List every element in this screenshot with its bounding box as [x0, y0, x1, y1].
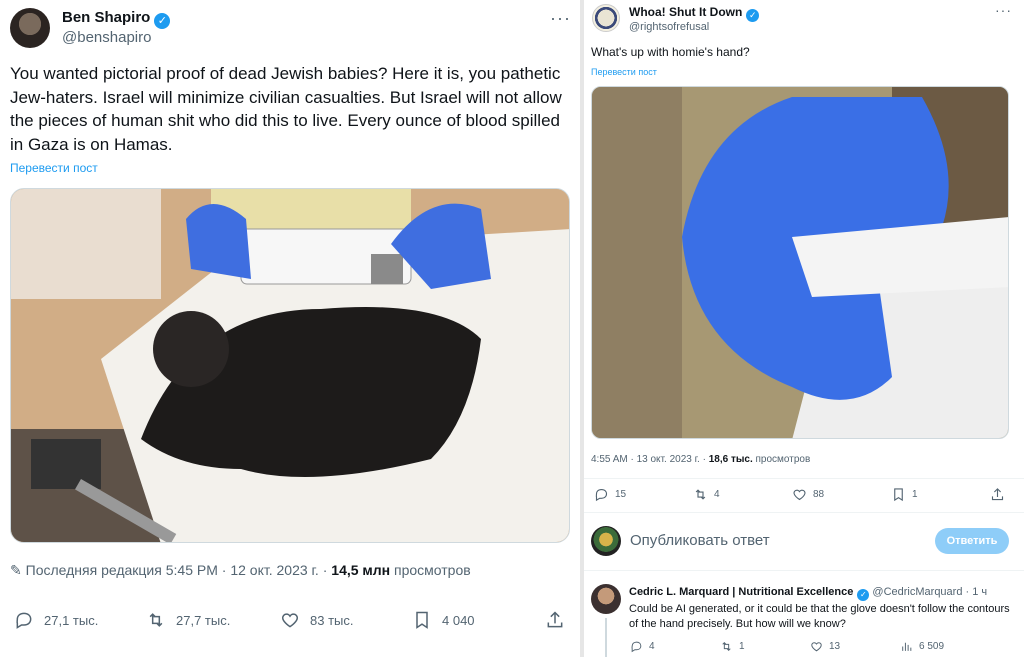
separator [584, 570, 1024, 571]
right-tweet: Whoa! Shut It Down ✓ @rightsofrefusal ···… [584, 0, 1024, 657]
edited-label[interactable]: Последняя редакция [26, 562, 162, 578]
repost-icon [695, 489, 706, 500]
views-icon [902, 642, 912, 651]
reply-icon [595, 488, 608, 502]
bookmark-button[interactable]: 1 [891, 487, 918, 502]
post-date[interactable]: 13 окт. 2023 г. [637, 454, 700, 465]
reply-like-button[interactable]: 13 [810, 640, 840, 653]
reply-button[interactable]: 15 [594, 487, 626, 502]
reply-author-handle[interactable]: @CedricMarquard [872, 586, 962, 598]
bookmark-button[interactable]: 4 040 [412, 610, 475, 630]
reply-views-count: 6 509 [919, 641, 945, 652]
reply-reply-count: 4 [649, 641, 655, 652]
bookmark-icon [894, 488, 903, 502]
heart-icon [281, 613, 299, 628]
more-options-icon[interactable]: ··· [995, 2, 1012, 18]
tweet-text: You wanted pictorial proof of dead Jewis… [10, 64, 562, 154]
translate-link[interactable]: Перевести пост [10, 161, 98, 175]
views-label: просмотров [755, 454, 811, 465]
separator [584, 478, 1024, 479]
repost-count: 27,7 тыс. [176, 612, 231, 628]
reply-reply-button[interactable]: 4 [630, 640, 655, 653]
verified-badge-icon: ✓ [154, 13, 171, 29]
views-label: просмотров [394, 562, 471, 578]
author-handle[interactable]: @rightsofrefusal [629, 21, 709, 33]
post-time[interactable]: 5:45 PM [166, 562, 218, 578]
translate-link[interactable]: Перевести пост [591, 67, 657, 77]
reply-repost-count: 1 [739, 641, 745, 652]
reply-views[interactable]: 6 509 [900, 640, 944, 653]
repost-count: 4 [714, 489, 720, 500]
share-button[interactable] [990, 487, 1005, 502]
repost-icon [149, 613, 163, 627]
tweet-photo[interactable] [10, 188, 570, 543]
author-avatar[interactable] [592, 4, 620, 32]
reply-text: Could be AI generated, or it could be th… [629, 603, 1010, 630]
left-tweet: Ben Shapiro ✓ @benshapiro ··· You wanted … [0, 0, 580, 657]
reply-count: 27,1 тыс. [44, 612, 99, 628]
reply-like-count: 13 [829, 641, 841, 652]
share-icon [547, 611, 563, 628]
author-handle[interactable]: @benshapiro [62, 29, 151, 46]
repost-icon [722, 642, 731, 651]
post-time[interactable]: 4:55 AM [591, 454, 628, 465]
reply-input[interactable]: Опубликовать ответ [630, 532, 770, 549]
edit-icon: ✎ [10, 562, 22, 578]
bookmark-count: 4 040 [442, 612, 475, 628]
repost-button[interactable]: 4 [693, 487, 720, 502]
tweet-photo-image [592, 87, 1008, 438]
views-count: 14,5 млн [331, 562, 391, 578]
heart-icon [811, 642, 822, 652]
like-count: 83 тыс. [310, 612, 354, 628]
verified-badge-icon: ✓ [857, 589, 870, 601]
tweet-photo-image [11, 189, 569, 542]
tweet-photo[interactable] [591, 86, 1009, 439]
author-name-row[interactable]: Whoa! Shut It Down ✓ [629, 5, 760, 22]
reply-icon [631, 641, 642, 653]
reply-header: Cedric L. Marquard | Nutritional Excelle… [629, 586, 987, 601]
author-name[interactable]: Whoa! Shut It Down [629, 5, 742, 19]
current-user-avatar[interactable] [591, 526, 621, 556]
post-date[interactable]: 12 окт. 2023 г. [230, 562, 319, 578]
author-name[interactable]: Ben Shapiro [62, 9, 150, 26]
repost-button[interactable]: 27,7 тыс. [146, 610, 230, 630]
reply-repost-button[interactable]: 1 [720, 640, 745, 653]
heart-icon [793, 489, 806, 501]
tweet-text: What's up with homie's hand? [591, 45, 750, 59]
thread-line [605, 618, 607, 657]
reply-button[interactable]: 27,1 тыс. [14, 610, 98, 630]
like-count: 88 [813, 489, 825, 500]
views-count: 18,6 тыс. [708, 454, 753, 465]
author-name-row[interactable]: Ben Shapiro ✓ [62, 9, 171, 29]
share-icon [991, 488, 1004, 501]
verified-badge-icon: ✓ [746, 9, 760, 22]
reply-count: 15 [615, 489, 627, 500]
like-button[interactable]: 83 тыс. [280, 610, 353, 630]
like-button[interactable]: 88 [792, 487, 824, 502]
reply-submit-button[interactable]: Ответить [935, 528, 1009, 554]
separator [584, 512, 1024, 513]
post-meta: 4:55 AM · 13 окт. 2023 г. · 18,6 тыс. пр… [591, 454, 811, 465]
share-button[interactable] [545, 610, 565, 630]
bookmark-count: 1 [912, 489, 918, 500]
reply-author-avatar[interactable] [591, 584, 621, 614]
reply-age[interactable]: · 1 ч [966, 586, 988, 598]
more-options-icon[interactable]: ··· [550, 8, 571, 29]
author-avatar[interactable] [10, 8, 50, 48]
reply-author-name[interactable]: Cedric L. Marquard | Nutritional Excelle… [629, 586, 853, 598]
post-meta: ✎ Последняя редакция 5:45 PM · 12 окт. 2… [10, 562, 471, 578]
bookmark-icon [416, 611, 428, 629]
reply-icon [16, 612, 32, 629]
